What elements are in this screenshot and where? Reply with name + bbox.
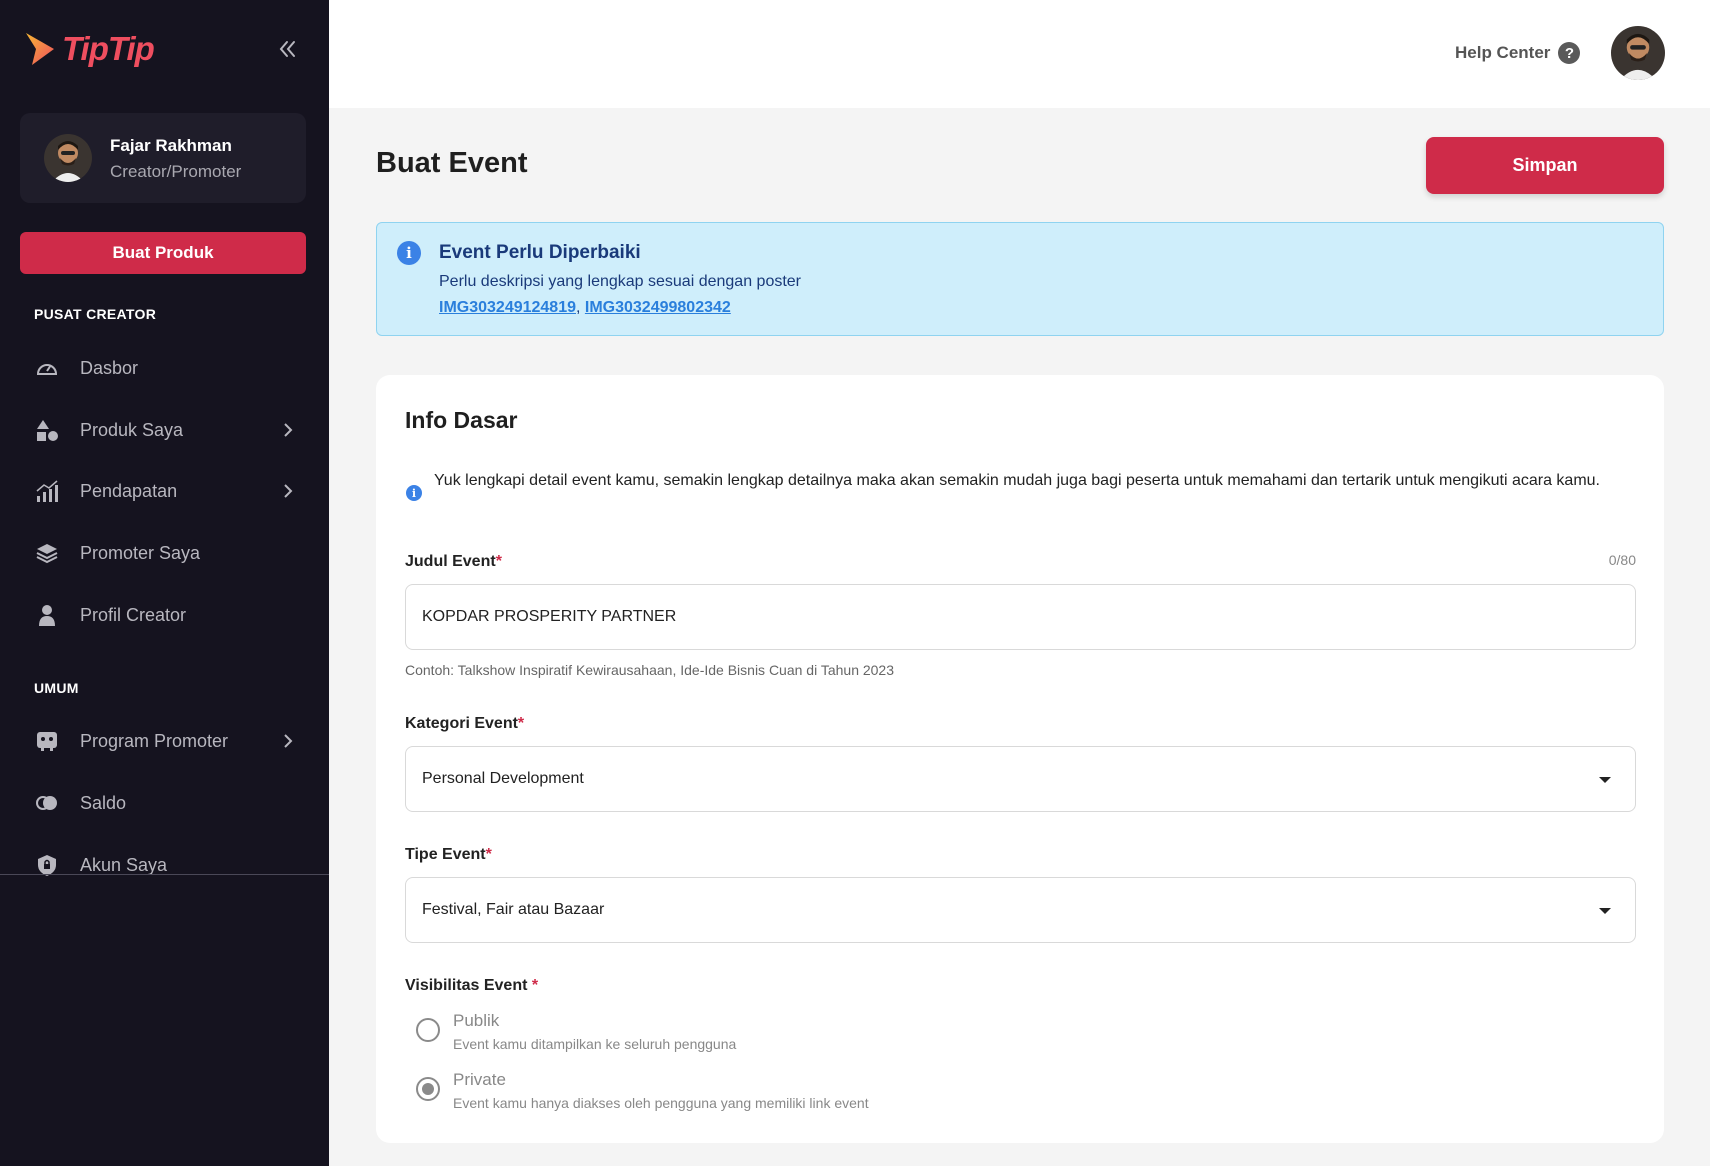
- collapse-sidebar-icon[interactable]: [274, 36, 300, 62]
- person-icon: [34, 602, 60, 628]
- revision-alert: i Event Perlu Diperbaiki Perlu deskripsi…: [376, 222, 1664, 336]
- visibility-private-radio[interactable]: [416, 1077, 440, 1101]
- tiptip-logo-icon: [26, 33, 54, 65]
- required-mark: *: [495, 553, 502, 570]
- page-title: Buat Event: [376, 147, 528, 179]
- section-title: Info Dasar: [405, 407, 518, 433]
- sidebar-item-label: Profil Creator: [80, 604, 187, 625]
- tiptip-logo[interactable]: TipTip: [22, 30, 155, 68]
- user-avatar[interactable]: [1611, 26, 1665, 80]
- sidebar-divider: [0, 874, 329, 875]
- radio-description: Event kamu ditampilkan ke seluruh penggu…: [453, 1036, 737, 1052]
- section-label-pusat-creator: PUSAT CREATOR: [34, 306, 157, 322]
- event-title-hint: Contoh: Talkshow Inspiratif Kewirausahaa…: [405, 662, 895, 678]
- profile-name: Fajar Rakhman: [110, 136, 232, 155]
- label-text: Judul Event: [405, 553, 496, 570]
- event-type-label: Tipe Event*: [405, 846, 492, 864]
- poster-link[interactable]: IMG303249124819: [439, 299, 576, 316]
- input-value: KOPDAR PROSPERITY PARTNER: [422, 608, 677, 625]
- chevron-right-icon: [284, 423, 293, 437]
- event-title-input[interactable]: KOPDAR PROSPERITY PARTNER: [405, 584, 1636, 650]
- sidebar-item-saldo[interactable]: Saldo: [34, 783, 298, 823]
- poster-link[interactable]: IMG3032499802342: [585, 299, 731, 316]
- radio-description: Event kamu hanya diakses oleh pengguna y…: [453, 1095, 869, 1111]
- radio-label: Publik: [453, 1011, 500, 1030]
- label-text: Visibilitas Event: [405, 977, 532, 994]
- label-text: Kategori Event: [405, 715, 518, 732]
- help-center-label: Help Center: [1455, 43, 1551, 62]
- select-value: Personal Development: [422, 770, 584, 787]
- sidebar-item-label: Akun Saya: [80, 854, 168, 875]
- info-icon: i: [397, 241, 421, 265]
- radio-label: Private: [453, 1070, 506, 1089]
- question-mark-icon: ?: [1558, 42, 1581, 64]
- profile-card[interactable]: Fajar Rakhman Creator/Promoter: [20, 113, 306, 203]
- sidebar-item-pendapatan[interactable]: Pendapatan: [34, 471, 298, 511]
- sidebar-item-akun-saya[interactable]: Akun Saya: [34, 845, 298, 885]
- sidebar: TipTip Fajar Rakhman Creator/Promoter Bu…: [0, 0, 329, 1166]
- sidebar-item-dasbor[interactable]: Dasbor: [34, 348, 298, 388]
- event-category-select[interactable]: Personal Development: [405, 746, 1636, 812]
- event-type-select[interactable]: Festival, Fair atau Bazaar: [405, 877, 1636, 943]
- shapes-icon: [34, 417, 60, 443]
- sidebar-item-label: Saldo: [80, 792, 127, 813]
- required-mark: *: [485, 846, 492, 863]
- event-title-label: Judul Event*: [405, 553, 502, 571]
- visibility-public-radio[interactable]: [416, 1018, 440, 1042]
- link-separator: ,: [576, 299, 585, 316]
- select-value: Festival, Fair atau Bazaar: [422, 901, 605, 918]
- info-icon: i: [406, 485, 422, 501]
- sidebar-item-label: Dasbor: [80, 357, 139, 378]
- help-center-link[interactable]: Help Center ?: [1455, 42, 1581, 64]
- save-button[interactable]: Simpan: [1426, 137, 1664, 194]
- event-category-label: Kategori Event*: [405, 715, 524, 733]
- sidebar-item-label: Program Promoter: [80, 730, 229, 751]
- layers-icon: [34, 540, 60, 566]
- alert-description: Perlu deskripsi yang lengkap sesuai deng…: [439, 273, 802, 290]
- sidebar-item-produk-saya[interactable]: Produk Saya: [34, 410, 298, 450]
- avatar: [44, 134, 92, 182]
- char-counter: 0/80: [1608, 552, 1636, 568]
- create-product-button[interactable]: Buat Produk: [20, 232, 306, 274]
- dropdown-caret-icon: [1599, 908, 1611, 914]
- sidebar-item-program-promoter[interactable]: Program Promoter: [34, 721, 298, 761]
- section-label-umum: UMUM: [34, 680, 79, 696]
- profile-role: Creator/Promoter: [110, 162, 242, 181]
- alert-links: IMG303249124819, IMG3032499802342: [439, 299, 731, 317]
- label-text: Tipe Event: [405, 846, 486, 863]
- logo-text: TipTip: [62, 30, 155, 67]
- sidebar-item-promoter-saya[interactable]: Promoter Saya: [34, 533, 298, 573]
- chevron-right-icon: [284, 484, 293, 498]
- required-mark: *: [531, 977, 539, 994]
- coins-icon: [34, 790, 60, 816]
- chevron-right-icon: [284, 734, 293, 748]
- sidebar-item-label: Promoter Saya: [80, 542, 201, 563]
- alert-title: Event Perlu Diperbaiki: [439, 242, 641, 263]
- promoter-icon: [34, 728, 60, 754]
- dashboard-gauge-icon: [34, 355, 60, 381]
- bar-chart-icon: [34, 478, 60, 504]
- basic-info-card: Info Dasar i Yuk lengkapi detail event k…: [376, 375, 1664, 1143]
- required-mark: *: [517, 715, 525, 732]
- dropdown-caret-icon: [1599, 777, 1611, 783]
- sidebar-item-label: Produk Saya: [80, 419, 184, 440]
- sidebar-item-label: Pendapatan: [80, 480, 178, 501]
- event-visibility-label: Visibilitas Event *: [405, 977, 538, 995]
- info-text: Yuk lengkapi detail event kamu, semakin …: [434, 472, 1600, 489]
- sidebar-item-profil-creator[interactable]: Profil Creator: [34, 595, 298, 635]
